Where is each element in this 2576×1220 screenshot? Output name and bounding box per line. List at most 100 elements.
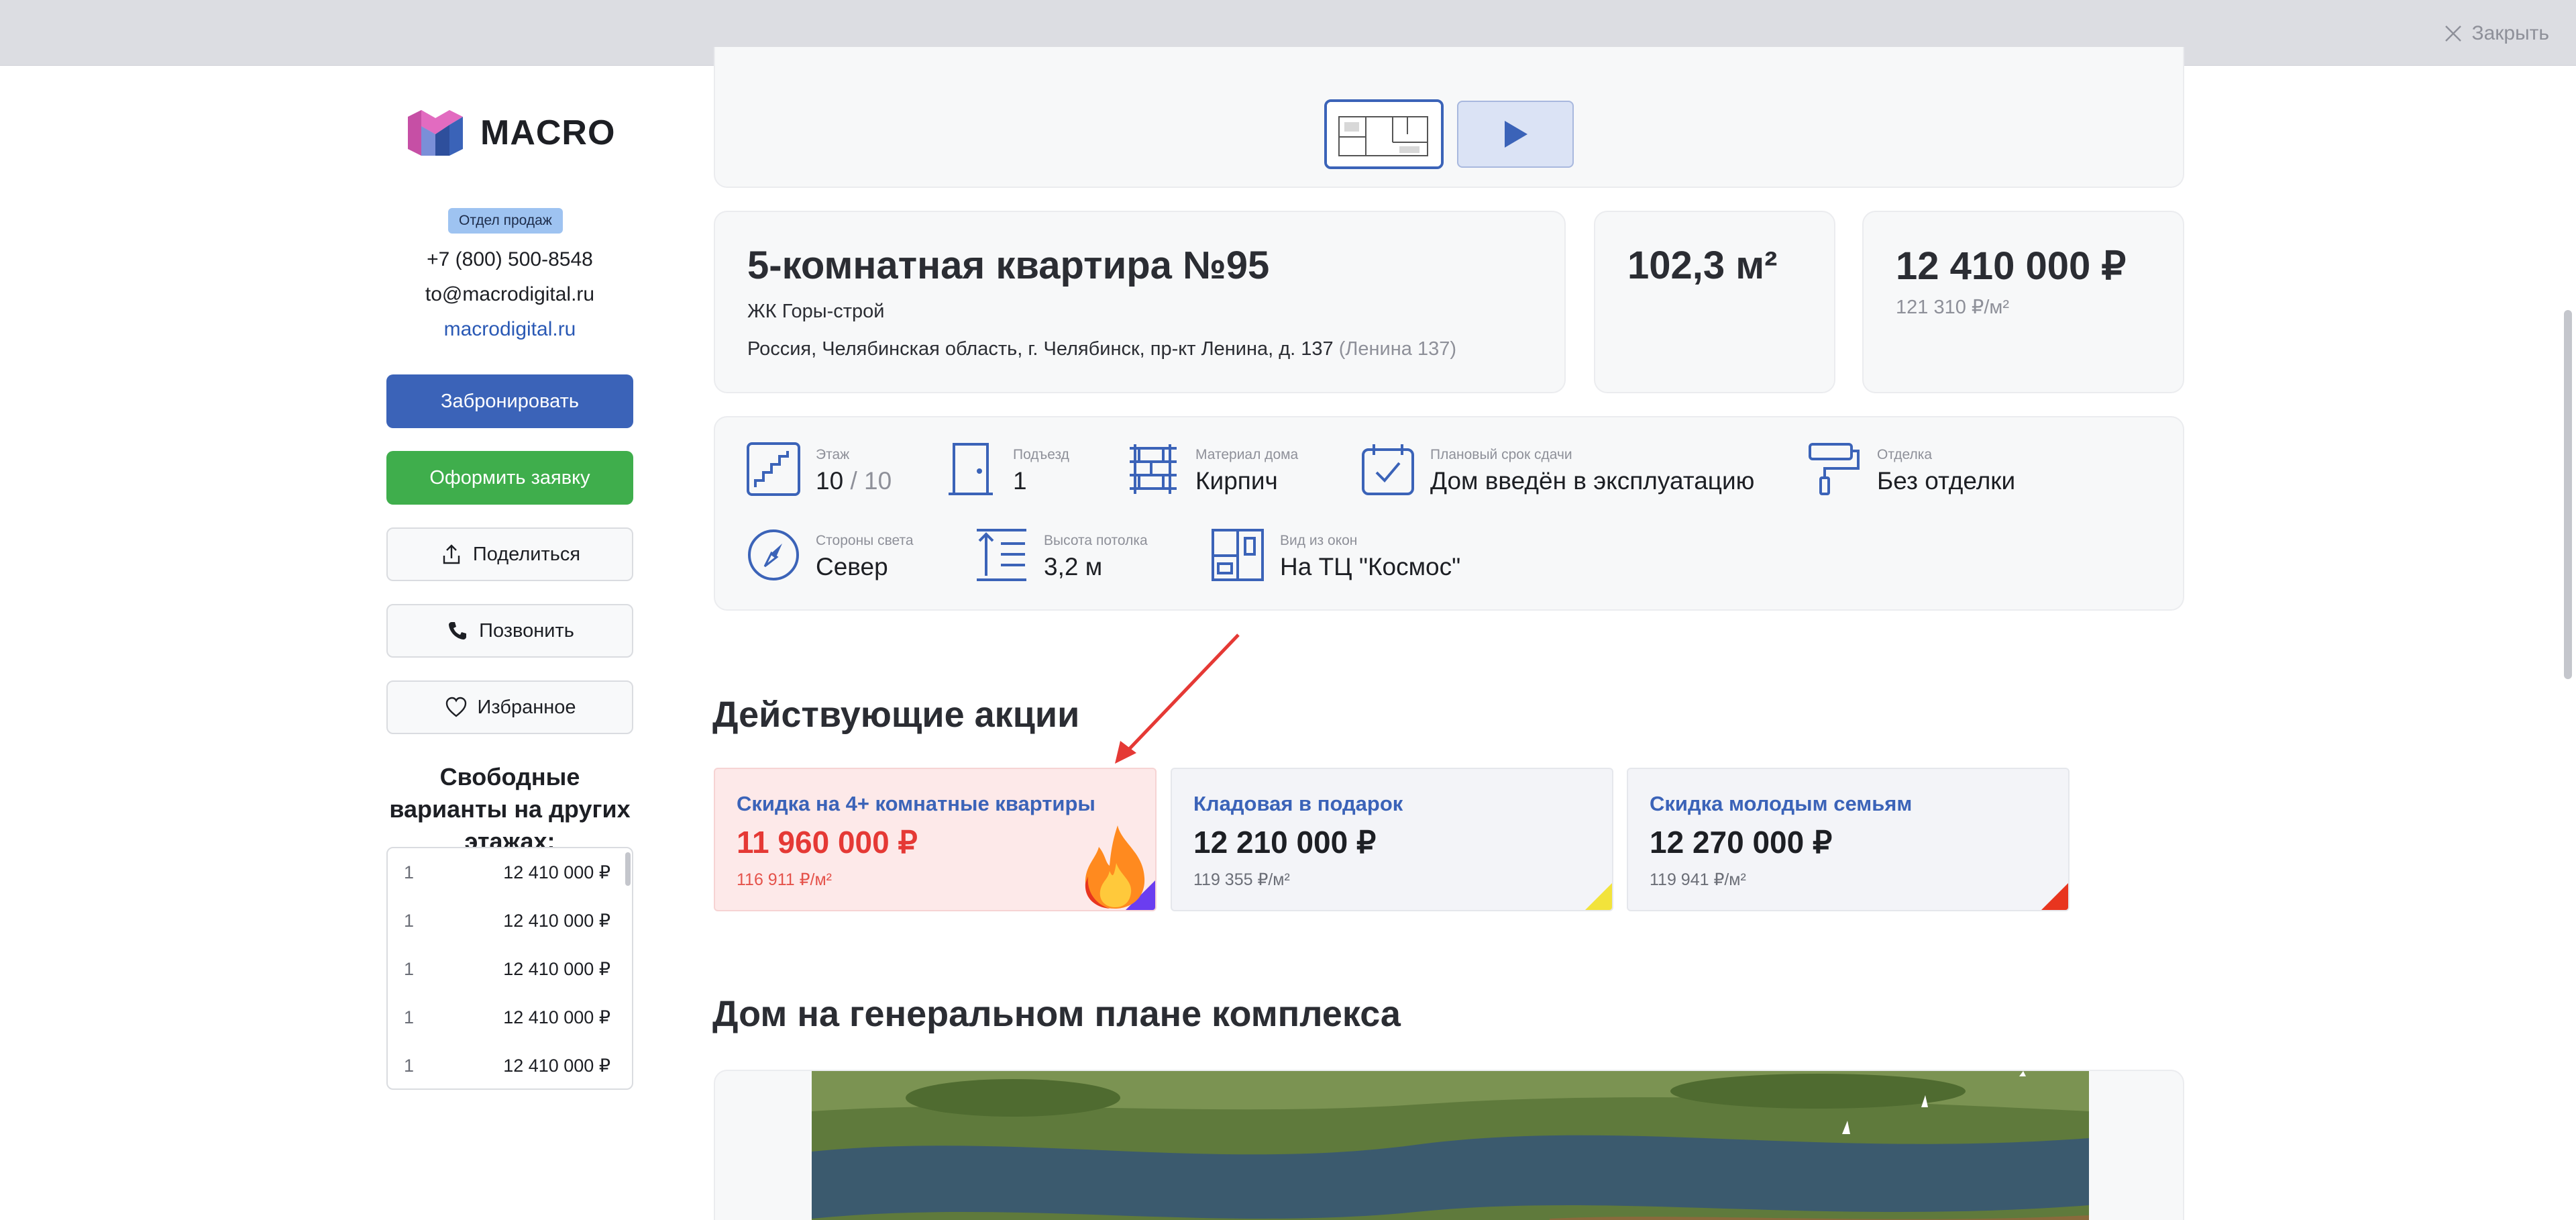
sales-department-badge: Отдел продаж — [448, 208, 563, 234]
feature-material: Материал дома Кирпич — [1126, 442, 1298, 497]
deadline-label: Плановый срок сдачи — [1430, 447, 1572, 462]
orientation-label: Стороны света — [816, 533, 914, 548]
macro-logo-icon — [408, 110, 463, 156]
promo-title: Скидка на 4+ комнатные квартиры — [737, 792, 1095, 815]
floor-label: Этаж — [816, 447, 850, 462]
favorite-button[interactable]: Избранное — [386, 680, 633, 734]
view-value: На ТЦ "Космос" — [1280, 553, 1461, 580]
aerial-photo — [812, 1071, 2089, 1220]
area-card: 102,3 м² — [1594, 211, 1835, 393]
gallery — [714, 47, 2184, 188]
ceiling-height-icon — [977, 529, 1026, 581]
feature-orientation: Стороны света Север — [746, 527, 914, 582]
site-plan-title: Дом на генеральном плане комплекса — [712, 994, 1401, 1034]
list-scrollbar[interactable] — [625, 852, 631, 886]
site-plan-aerial-image[interactable] — [812, 1071, 2089, 1220]
page-scrollbar[interactable] — [2564, 310, 2572, 679]
video-thumbnail[interactable] — [1457, 101, 1574, 168]
feature-finish: Отделка Без отделки — [1807, 442, 2015, 497]
annotation-arrow — [1115, 633, 1240, 764]
address-full: Россия, Челябинская область, г. Челябинс… — [747, 338, 1334, 360]
apartment-area: 102,3 м² — [1627, 244, 1778, 287]
list-item[interactable]: 1 12 410 000 ₽ — [388, 1041, 624, 1088]
feature-deadline: Плановый срок сдачи Дом введён в эксплуа… — [1360, 442, 1754, 497]
feature-view: Вид из окон На ТЦ "Космос" — [1210, 527, 1460, 582]
close-label: Закрыть — [2471, 22, 2549, 44]
website-link[interactable]: macrodigital.ru — [386, 318, 633, 341]
share-button[interactable]: Поделиться — [386, 527, 633, 581]
list-item[interactable]: 1 12 410 000 ₽ — [388, 993, 624, 1041]
orientation-value: Север — [816, 553, 888, 580]
promo-price-per-meter: 119 941 ₽/м² — [1650, 870, 1746, 889]
promo-price: 11 960 000 ₽ — [737, 825, 918, 860]
floor-plan-thumbnail[interactable] — [1324, 99, 1444, 169]
logo[interactable]: MACRO — [405, 107, 615, 158]
option-price: 12 410 000 ₽ — [503, 958, 610, 979]
brick-icon — [1130, 444, 1177, 494]
list-item[interactable]: 1 12 410 000 ₽ — [388, 945, 624, 993]
floor-total: / 10 — [850, 467, 892, 495]
promo-accent-corner — [2041, 883, 2068, 910]
call-button-label: Позвонить — [479, 619, 574, 642]
feature-ceiling: Высота потолка 3,2 м — [974, 527, 1148, 582]
feature-entrance: Подъезд 1 — [943, 442, 1069, 497]
stairs-icon — [747, 442, 800, 496]
address-short: (Ленина 137) — [1338, 338, 1456, 360]
list-item[interactable]: 1 12 410 000 ₽ — [388, 848, 624, 897]
finish-value: Без отделки — [1877, 467, 2016, 495]
apartment-price: 12 410 000 ₽ — [1896, 244, 2127, 288]
compass-icon — [748, 529, 799, 580]
floor-number: 1 — [404, 1055, 415, 1076]
ceiling-value: 3,2 м — [1044, 553, 1103, 580]
floor-value: 10 / 10 — [816, 467, 892, 495]
book-button[interactable]: Забронировать — [386, 374, 633, 428]
floor-plan-image — [1327, 102, 1441, 166]
promo-card-storage-gift[interactable]: Кладовая в подарок 12 210 000 ₽ 119 355 … — [1171, 768, 1613, 911]
promo-price-per-meter: 119 355 ₽/м² — [1193, 870, 1290, 889]
free-options-list[interactable]: 1 12 410 000 ₽ 1 12 410 000 ₽ 1 12 410 0… — [386, 847, 633, 1090]
promo-price: 12 210 000 ₽ — [1193, 825, 1377, 860]
list-item[interactable]: 1 12 410 000 ₽ — [388, 897, 624, 945]
promo-title: Скидка молодым семьям — [1650, 792, 1913, 815]
features-card: Этаж 10 / 10 Подъезд 1 Материал дома Кир… — [714, 416, 2184, 611]
ceiling-label: Высота потолка — [1044, 533, 1148, 548]
address: Россия, Челябинская область, г. Челябинс… — [747, 338, 1456, 360]
floor-number: 1 — [404, 910, 415, 931]
favorite-button-label: Избранное — [477, 696, 576, 718]
floor-number: 1 — [404, 1007, 415, 1027]
entrance-value: 1 — [1013, 467, 1027, 495]
price-per-meter: 121 310 ₽/м² — [1896, 297, 2009, 318]
paint-roller-icon — [1809, 443, 1860, 495]
call-button[interactable]: Позвонить — [386, 604, 633, 658]
promo-price: 12 270 000 ₽ — [1650, 825, 1833, 860]
promotions-title: Действующие акции — [712, 695, 1080, 735]
window-view-icon — [1212, 529, 1264, 581]
close-button[interactable]: Закрыть — [2443, 20, 2549, 47]
promo-card-young-families[interactable]: Скидка молодым семьям 12 270 000 ₽ 119 9… — [1627, 768, 2070, 911]
book-button-label: Забронировать — [441, 390, 579, 412]
close-icon — [2445, 26, 2462, 42]
promo-price-per-meter: 116 911 ₽/м² — [737, 870, 832, 889]
complex-name: ЖК Горы-строй — [747, 301, 885, 322]
promo-card-large-apartments[interactable]: Скидка на 4+ комнатные квартиры 11 960 0… — [714, 768, 1157, 911]
floor-number: 1 — [404, 958, 415, 979]
apply-button[interactable]: Оформить заявку — [386, 451, 633, 505]
share-button-label: Поделиться — [472, 543, 581, 565]
price-card: 12 410 000 ₽ 121 310 ₽/м² — [1862, 211, 2184, 393]
material-value: Кирпич — [1195, 467, 1278, 495]
floor-number: 1 — [404, 862, 415, 882]
floor-current: 10 — [816, 467, 844, 495]
site-plan-card — [714, 1070, 2184, 1220]
phone-number[interactable]: +7 (800) 500-8548 — [386, 248, 633, 271]
fire-icon — [1085, 825, 1145, 909]
calendar-check-icon — [1362, 444, 1414, 495]
logo-text: MACRO — [480, 113, 616, 152]
finish-label: Отделка — [1877, 447, 1933, 462]
door-icon — [949, 443, 993, 495]
promo-title: Кладовая в подарок — [1193, 792, 1403, 815]
deadline-value: Дом введён в эксплуатацию — [1430, 467, 1755, 495]
heart-icon — [445, 697, 466, 717]
apartment-title: 5-комнатная квартира №95 — [747, 244, 1270, 287]
email-address[interactable]: to@macrodigital.ru — [386, 283, 633, 306]
free-options-title: Свободные варианты на других этажах: — [389, 763, 631, 855]
